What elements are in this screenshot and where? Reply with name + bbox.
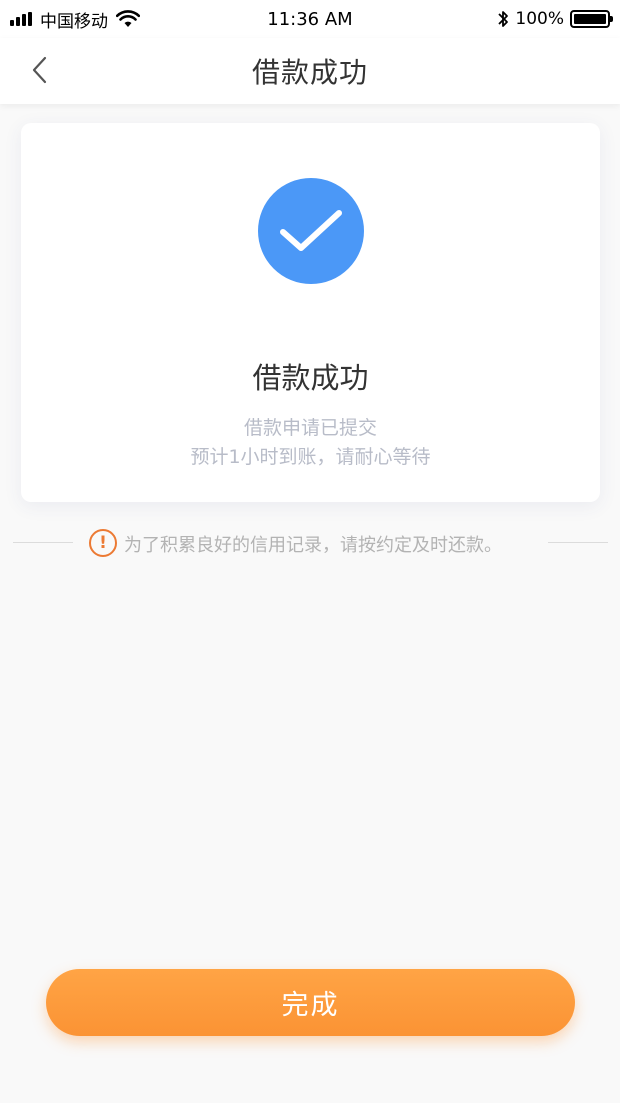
result-card: 借款成功 借款申请已提交 预计1小时到账，请耐心等待 bbox=[21, 123, 600, 502]
signal-icon bbox=[10, 12, 32, 26]
checkmark-icon bbox=[280, 210, 342, 251]
result-subtitle-line2: 预计1小时到账，请耐心等待 bbox=[190, 446, 431, 468]
result-subtitle-line1: 借款申请已提交 bbox=[243, 417, 377, 439]
divider-left bbox=[13, 542, 73, 543]
notice-text: 为了积累良好的信用记录，请按约定及时还款。 bbox=[124, 535, 502, 556]
status-bar: 11:36 AM 中国移动 100% bbox=[0, 0, 620, 38]
repayment-notice: ! 为了积累良好的信用记录，请按约定及时还款。 bbox=[0, 527, 620, 559]
status-left: 中国移动 bbox=[10, 7, 140, 32]
result-title: 借款成功 bbox=[252, 361, 369, 395]
chevron-left-icon bbox=[32, 56, 47, 84]
battery-percent: 100% bbox=[515, 9, 564, 29]
success-badge bbox=[258, 178, 364, 284]
page-title: 借款成功 bbox=[251, 56, 368, 89]
carrier-label: 中国移动 bbox=[40, 11, 108, 32]
battery-fill bbox=[574, 14, 606, 24]
done-button[interactable]: 完成 bbox=[46, 969, 575, 1036]
warning-icon: ! bbox=[89, 529, 117, 557]
bluetooth-icon bbox=[498, 11, 509, 27]
divider-right bbox=[548, 542, 608, 543]
wifi-icon bbox=[116, 10, 140, 27]
back-button[interactable] bbox=[22, 52, 58, 88]
battery-icon bbox=[570, 10, 613, 28]
status-right: 100% bbox=[497, 9, 613, 29]
nav-bar: 借款成功 bbox=[0, 38, 620, 104]
